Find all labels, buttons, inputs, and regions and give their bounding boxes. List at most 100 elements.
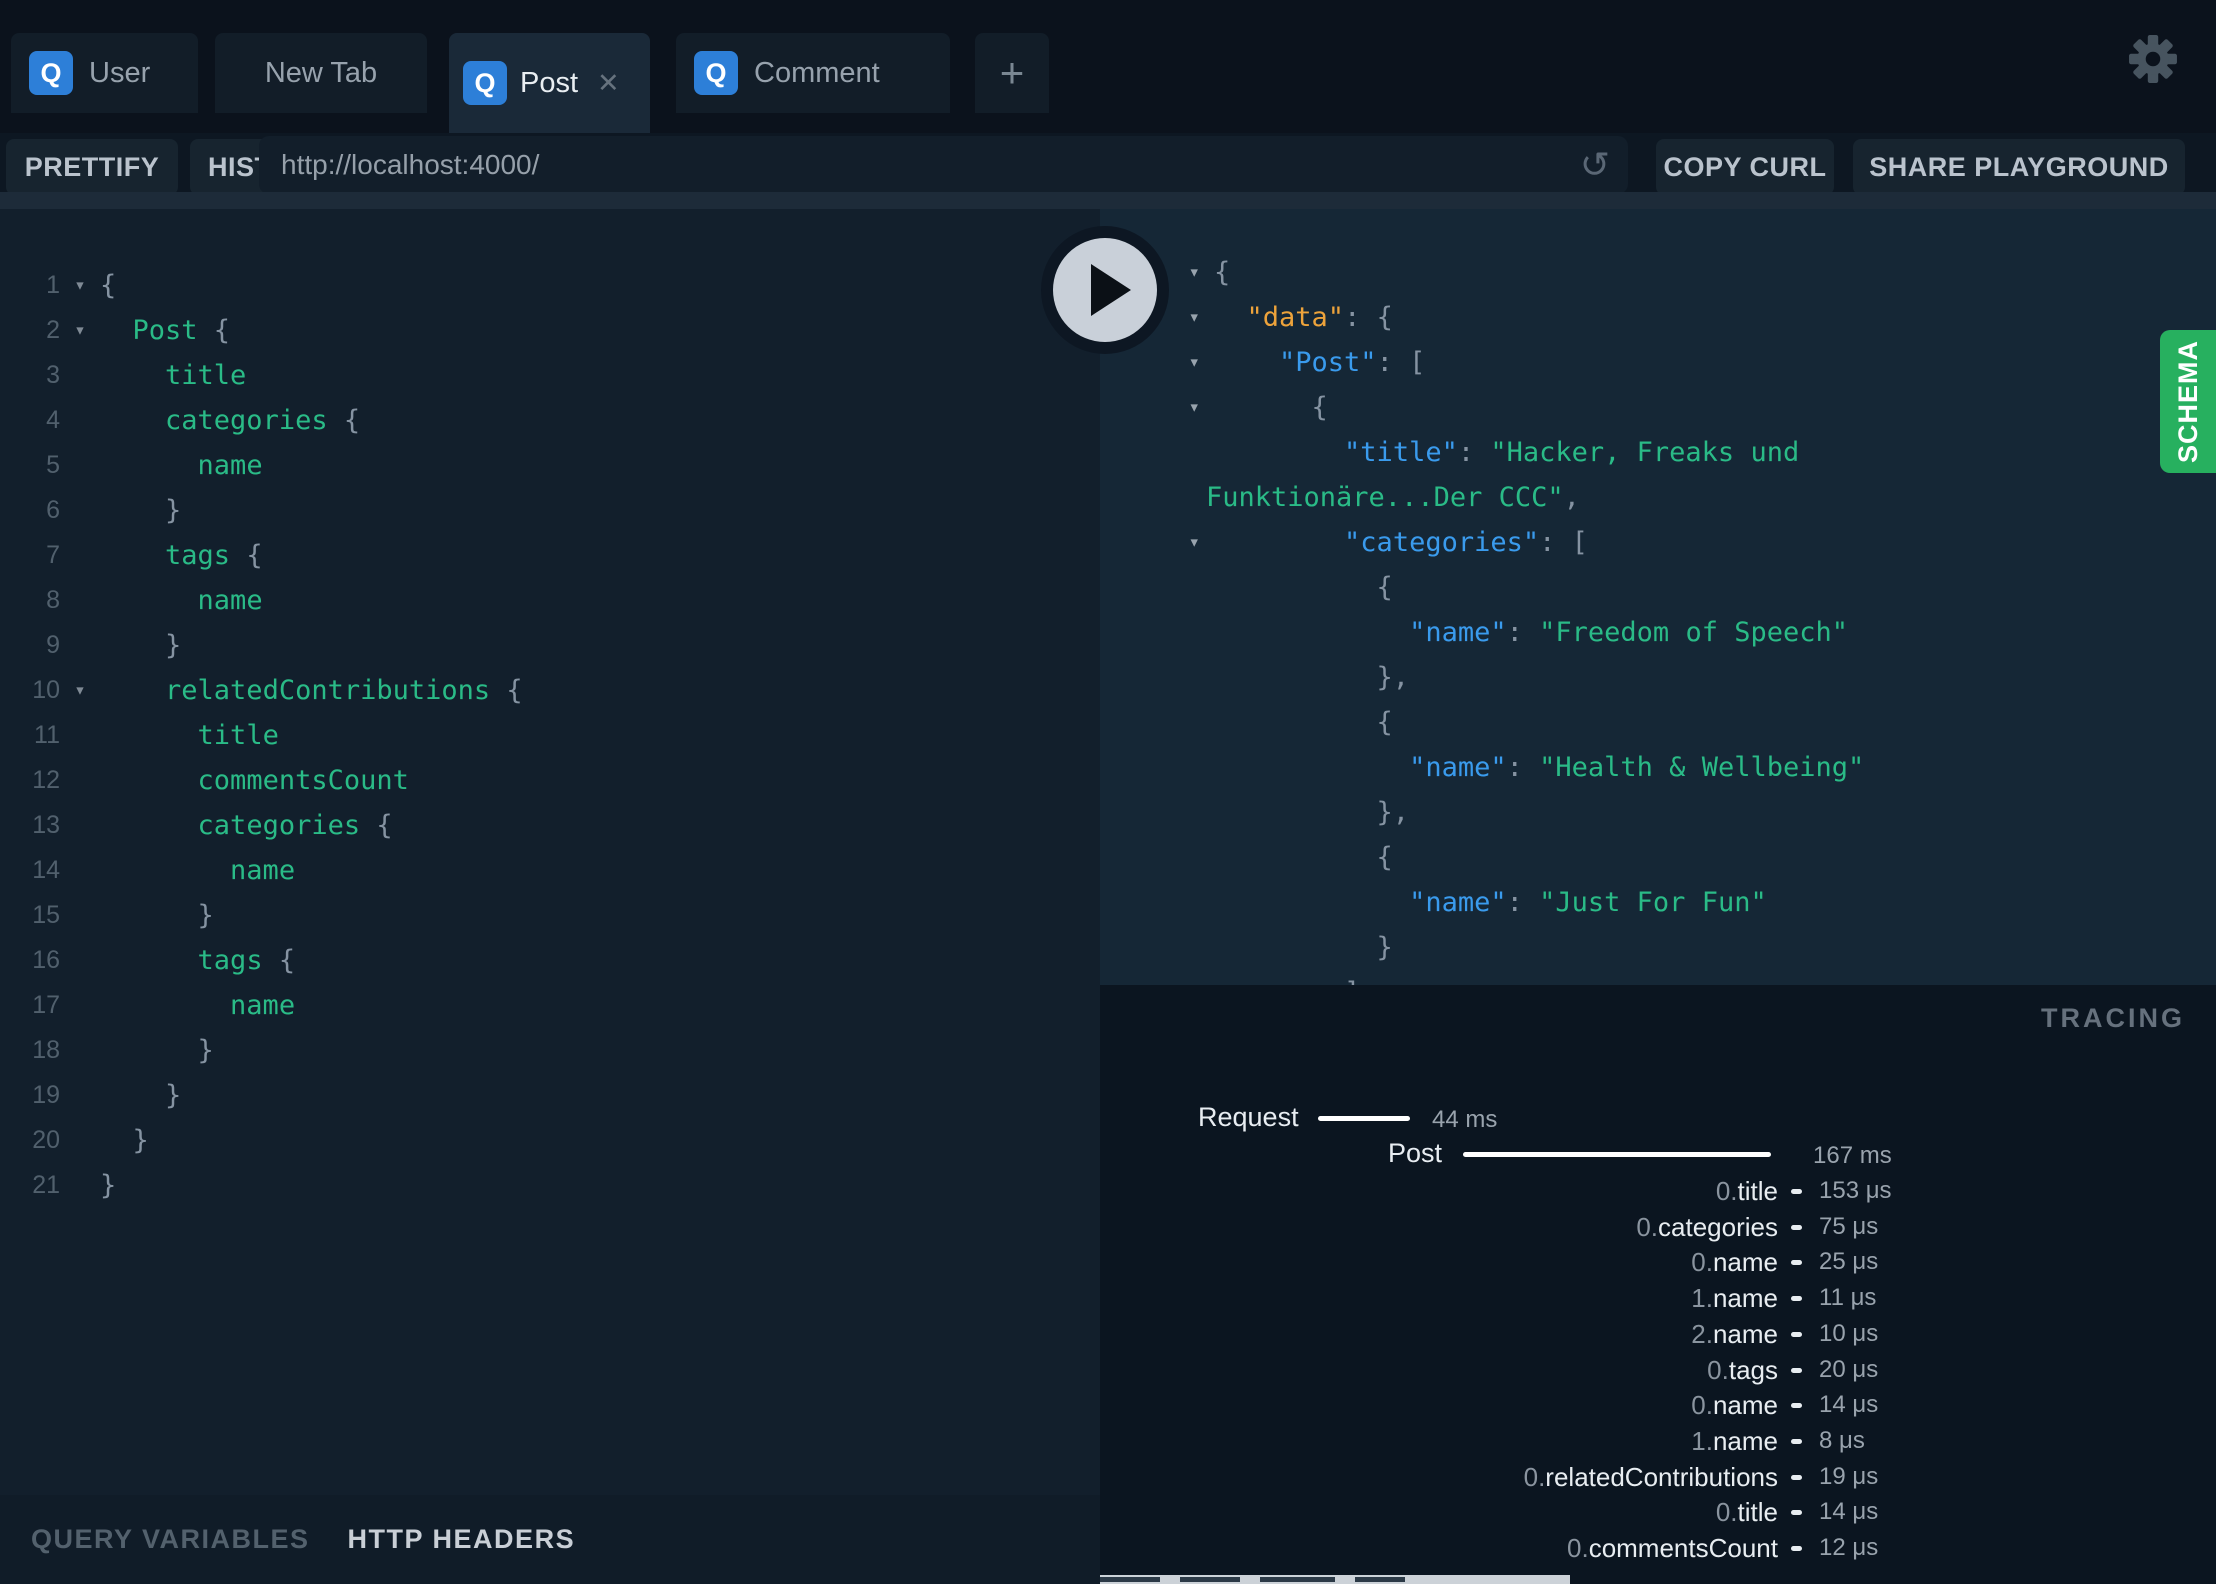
editor-line[interactable]: 2 ▾ Post { xyxy=(0,308,523,353)
fold-gutter xyxy=(1100,475,1214,520)
trace-field-index: 0. xyxy=(1707,1354,1729,1385)
trace-field-row: 1.name 8 μs xyxy=(1100,1423,2216,1459)
share-playground-button[interactable]: SHARE PLAYGROUND xyxy=(1853,139,2185,195)
trace-field-row: 1.name 11 μs xyxy=(1100,1280,2216,1316)
response-line-text: }, xyxy=(1214,662,1410,693)
response-line: ▾ "data": { xyxy=(1100,295,1864,340)
fold-gutter xyxy=(60,1028,100,1073)
response-line: { xyxy=(1100,700,1864,745)
editor-line[interactable]: 11 title xyxy=(0,713,523,758)
editor-line[interactable]: 21} xyxy=(0,1163,523,1208)
editor-line-text: } xyxy=(100,1125,149,1156)
fold-arrow-icon[interactable]: ▾ xyxy=(60,668,100,713)
trace-field-path: 0.title xyxy=(1715,1497,1778,1528)
endpoint-url-input[interactable]: http://localhost:4000/ ↺ xyxy=(259,136,1628,194)
tab-new-tab[interactable]: New Tab xyxy=(215,33,427,113)
trace-post-bar xyxy=(1463,1152,1771,1157)
editor-line[interactable]: 8 name xyxy=(0,578,523,623)
editor-line-text: } xyxy=(100,1035,214,1066)
editor-line-text: title xyxy=(197,720,279,751)
trace-field-row: 2.name 10 μs xyxy=(1100,1316,2216,1352)
http-headers-tab[interactable]: HTTP HEADERS xyxy=(348,1524,576,1555)
editor-line[interactable]: 19 } xyxy=(0,1073,523,1118)
trace-field-row: 0.name 25 μs xyxy=(1100,1244,2216,1280)
line-number: 18 xyxy=(32,1036,60,1064)
new-tab-button[interactable]: + xyxy=(975,33,1049,113)
query-editor-pane[interactable]: 1 ▾{2 ▾ Post {3 title 4 categories {5 name 6… xyxy=(0,209,1100,1495)
fold-gutter xyxy=(60,578,100,623)
trace-field-row: 0.tags 20 μs xyxy=(1100,1352,2216,1388)
trace-field-path: 0.title xyxy=(1715,1176,1778,1206)
fold-gutter xyxy=(60,983,100,1028)
copy-curl-button[interactable]: COPY CURL xyxy=(1656,139,1834,195)
editor-line[interactable]: 7 tags { xyxy=(0,533,523,578)
editor-line[interactable]: 4 categories { xyxy=(0,398,523,443)
editor-line[interactable]: 16 tags { xyxy=(0,938,523,983)
execute-button-circle xyxy=(1053,238,1157,342)
trace-field-bar xyxy=(1791,1546,1802,1551)
fold-arrow-icon[interactable]: ▾ xyxy=(1100,520,1214,565)
response-line-text: "name": "Just For Fun" xyxy=(1409,887,1767,918)
trace-request-label: Request xyxy=(1198,1102,1299,1132)
query-variables-tab[interactable]: QUERY VARIABLES xyxy=(31,1524,310,1555)
editor-line[interactable]: 9 } xyxy=(0,623,523,668)
editor-line[interactable]: 20 } xyxy=(0,1118,523,1163)
trace-field-time: 10 μs xyxy=(1819,1319,1879,1347)
fold-gutter xyxy=(60,803,100,848)
editor-line[interactable]: 6 } xyxy=(0,488,523,533)
settings-gear-icon[interactable] xyxy=(2128,34,2178,84)
execute-query-button[interactable] xyxy=(1041,226,1169,354)
tab-comment[interactable]: Q Comment xyxy=(676,33,950,113)
response-line: Funktionäre...Der CCC", xyxy=(1100,475,1864,520)
fold-gutter xyxy=(1100,700,1214,745)
reload-schema-icon[interactable]: ↺ xyxy=(1580,147,1610,183)
editor-line-text: categories { xyxy=(197,810,393,841)
line-number: 11 xyxy=(34,721,60,749)
editor-line[interactable]: 1 ▾{ xyxy=(0,263,523,308)
trace-field-time: 12 μs xyxy=(1819,1534,1879,1561)
response-line-text: }, xyxy=(1214,797,1410,828)
fold-gutter xyxy=(1100,880,1214,925)
response-line: "name": "Just For Fun" xyxy=(1100,880,1864,925)
fold-arrow-icon[interactable]: ▾ xyxy=(60,263,100,308)
prettify-button[interactable]: PRETTIFY xyxy=(6,139,178,195)
editor-line-text: name xyxy=(197,585,263,616)
close-tab-icon[interactable]: ✕ xyxy=(597,68,620,99)
editor-line-text: } xyxy=(100,1170,117,1201)
response-line: ▾ "categories": [ xyxy=(1100,520,1864,565)
trace-field-row: 0.title 153 μs xyxy=(1100,1173,2216,1209)
query-badge: Q xyxy=(694,51,738,95)
editor-line[interactable]: 18 } xyxy=(0,1028,523,1073)
schema-tab-label: SCHEMA xyxy=(2172,339,2203,463)
schema-tab[interactable]: SCHEMA xyxy=(2160,330,2216,473)
editor-line-text: Post { xyxy=(132,315,231,346)
fold-gutter xyxy=(60,443,100,488)
trace-field-path: 1.name xyxy=(1691,1283,1778,1314)
fold-gutter xyxy=(1100,655,1214,700)
tracing-rows: 0.title 153 μs 0.categories 75 μs 0.name 25 μ… xyxy=(1100,1173,2216,1573)
editor-line[interactable]: 14 name xyxy=(0,848,523,893)
plus-icon: + xyxy=(999,49,1025,96)
response-line-text: "Post": [ xyxy=(1279,347,1426,378)
editor-line[interactable]: 5 name xyxy=(0,443,523,488)
editor-line[interactable]: 10 ▾ relatedContributions { xyxy=(0,668,522,713)
trace-post-label: Post xyxy=(1388,1138,1443,1168)
editor-line[interactable]: 13 categories { xyxy=(0,803,523,848)
tab-user[interactable]: Q User xyxy=(11,33,198,113)
fold-arrow-icon[interactable]: ▾ xyxy=(60,308,100,353)
tab-post[interactable]: Q Post ✕ xyxy=(449,33,650,133)
trace-field-index: 0. xyxy=(1636,1211,1659,1242)
editor-line[interactable]: 12 commentsCount xyxy=(0,758,523,803)
fold-gutter xyxy=(1100,610,1214,655)
editor-line[interactable]: 15 } xyxy=(0,893,523,938)
editor-line[interactable]: 17 name xyxy=(0,983,523,1028)
query-badge: Q xyxy=(29,51,73,95)
response-line-text: ] xyxy=(1214,970,1360,985)
fold-arrow-icon[interactable]: ▾ xyxy=(1100,385,1214,430)
editor-line[interactable]: 3 title xyxy=(0,353,523,398)
trace-field-path: 0.tags xyxy=(1707,1354,1778,1385)
response-line-text: "categories": [ xyxy=(1344,527,1588,558)
trace-field-row: 0.commentsCount 12 μs xyxy=(1100,1530,2216,1566)
tab-label: Comment xyxy=(754,56,880,89)
tab-label: New Tab xyxy=(264,56,378,89)
